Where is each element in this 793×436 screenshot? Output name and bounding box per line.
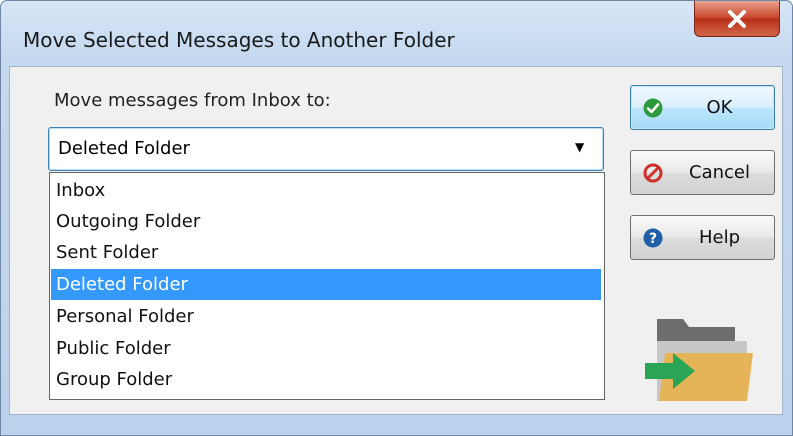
cancel-button-label: Cancel bbox=[689, 162, 750, 183]
ok-button-label: OK bbox=[706, 97, 733, 118]
destination-folder-select[interactable]: Deleted Folder ▼ bbox=[48, 127, 604, 171]
move-to-folder-icon bbox=[645, 319, 753, 401]
close-icon bbox=[728, 9, 746, 28]
list-item[interactable]: Inbox bbox=[51, 175, 601, 206]
dialog-title: Move Selected Messages to Another Folder bbox=[23, 28, 455, 52]
help-button[interactable]: ? Help bbox=[630, 215, 775, 260]
move-prompt-label: Move messages from Inbox to: bbox=[54, 90, 331, 111]
list-item[interactable]: Outgoing Folder bbox=[51, 206, 601, 237]
list-item[interactable]: Group Folder bbox=[51, 364, 601, 395]
folder-dropdown-list: Inbox Outgoing Folder Sent Folder Delete… bbox=[49, 172, 605, 400]
list-item-selected[interactable]: Deleted Folder bbox=[51, 269, 601, 300]
list-item[interactable]: Personal Folder bbox=[51, 301, 601, 332]
ok-button[interactable]: OK bbox=[630, 85, 775, 130]
cancel-button[interactable]: Cancel bbox=[630, 150, 775, 195]
selected-folder-value: Deleted Folder bbox=[58, 138, 190, 159]
help-button-label: Help bbox=[698, 227, 741, 248]
dialog-window: Move Selected Messages to Another Folder… bbox=[0, 0, 793, 436]
list-item[interactable]: Sent Folder bbox=[51, 237, 601, 268]
list-item[interactable]: Public Folder bbox=[51, 333, 601, 364]
close-button[interactable] bbox=[694, 1, 780, 37]
chevron-down-icon[interactable]: ▼ bbox=[575, 140, 584, 154]
